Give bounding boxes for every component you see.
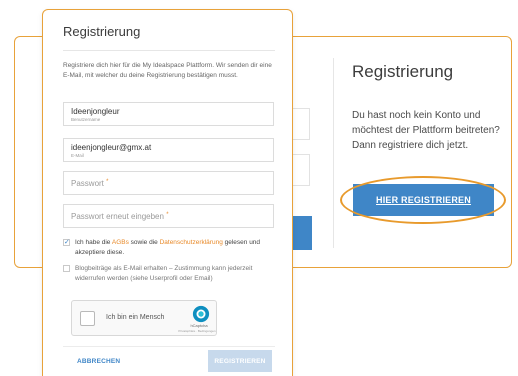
hcaptcha-logo-icon	[192, 305, 210, 323]
email-value: ideenjongleur@gmx.at	[71, 143, 152, 152]
highlight-circle	[340, 176, 506, 224]
username-field[interactable]: Ideenjongleur Benutzername	[63, 102, 274, 126]
username-value: Ideenjongleur	[71, 107, 120, 116]
register-section-title: Registrierung	[352, 62, 454, 81]
password-field[interactable]: Passwort *	[63, 171, 274, 195]
username-sublabel: Benutzername	[71, 117, 101, 122]
required-asterisk: *	[106, 179, 109, 185]
agb-link[interactable]: AGBs	[112, 239, 129, 246]
register-section-text: Du hast noch kein Konto und möchtest der…	[352, 110, 500, 151]
terms-checkbox[interactable]: ✓	[63, 239, 70, 246]
password-repeat-field[interactable]: Passwort erneut eingeben *	[63, 204, 274, 228]
submit-registration-button[interactable]: REGISTRIEREN	[208, 350, 272, 372]
captcha-links[interactable]: Privatsphäre · Bedingungen	[176, 329, 218, 333]
terms-text: Ich habe die AGBs sowie die Datenschutze…	[75, 239, 261, 256]
cancel-button[interactable]: ABBRECHEN	[77, 358, 120, 365]
captcha-brand: hCaptcha	[190, 323, 208, 328]
hcaptcha-widget: Ich bin ein Mensch hCaptcha Privatsphäre…	[71, 300, 217, 336]
password-placeholder: Passwort *	[71, 179, 109, 188]
panel-divider	[333, 58, 334, 248]
password-repeat-placeholder: Passwort erneut eingeben *	[71, 212, 169, 221]
newsletter-checkbox[interactable]	[63, 265, 70, 272]
newsletter-text: Blogbeiträge als E-Mail erhalten – Zusti…	[75, 265, 253, 282]
modal-footer-divider	[63, 346, 275, 347]
required-asterisk: *	[166, 212, 169, 218]
modal-intro-text: Registriere dich hier für die My Idealsp…	[63, 62, 272, 79]
modal-title: Registrierung	[63, 24, 141, 39]
captcha-checkbox[interactable]	[80, 311, 95, 326]
newsletter-checkbox-row: Blogbeiträge als E-Mail erhalten – Zusti…	[63, 264, 275, 283]
modal-title-divider	[63, 50, 275, 51]
email-sublabel: E-Mail	[71, 153, 84, 158]
privacy-link[interactable]: Datenschutzerklärung	[160, 239, 223, 246]
email-field[interactable]: ideenjongleur@gmx.at E-Mail	[63, 138, 274, 162]
captcha-label: Ich bin ein Mensch	[106, 314, 165, 321]
terms-checkbox-row: ✓ Ich habe die AGBs sowie die Datenschut…	[63, 238, 275, 257]
registration-modal: Registrierung Registriere dich hier für …	[42, 9, 293, 376]
submit-registration-label: REGISTRIEREN	[214, 357, 266, 365]
